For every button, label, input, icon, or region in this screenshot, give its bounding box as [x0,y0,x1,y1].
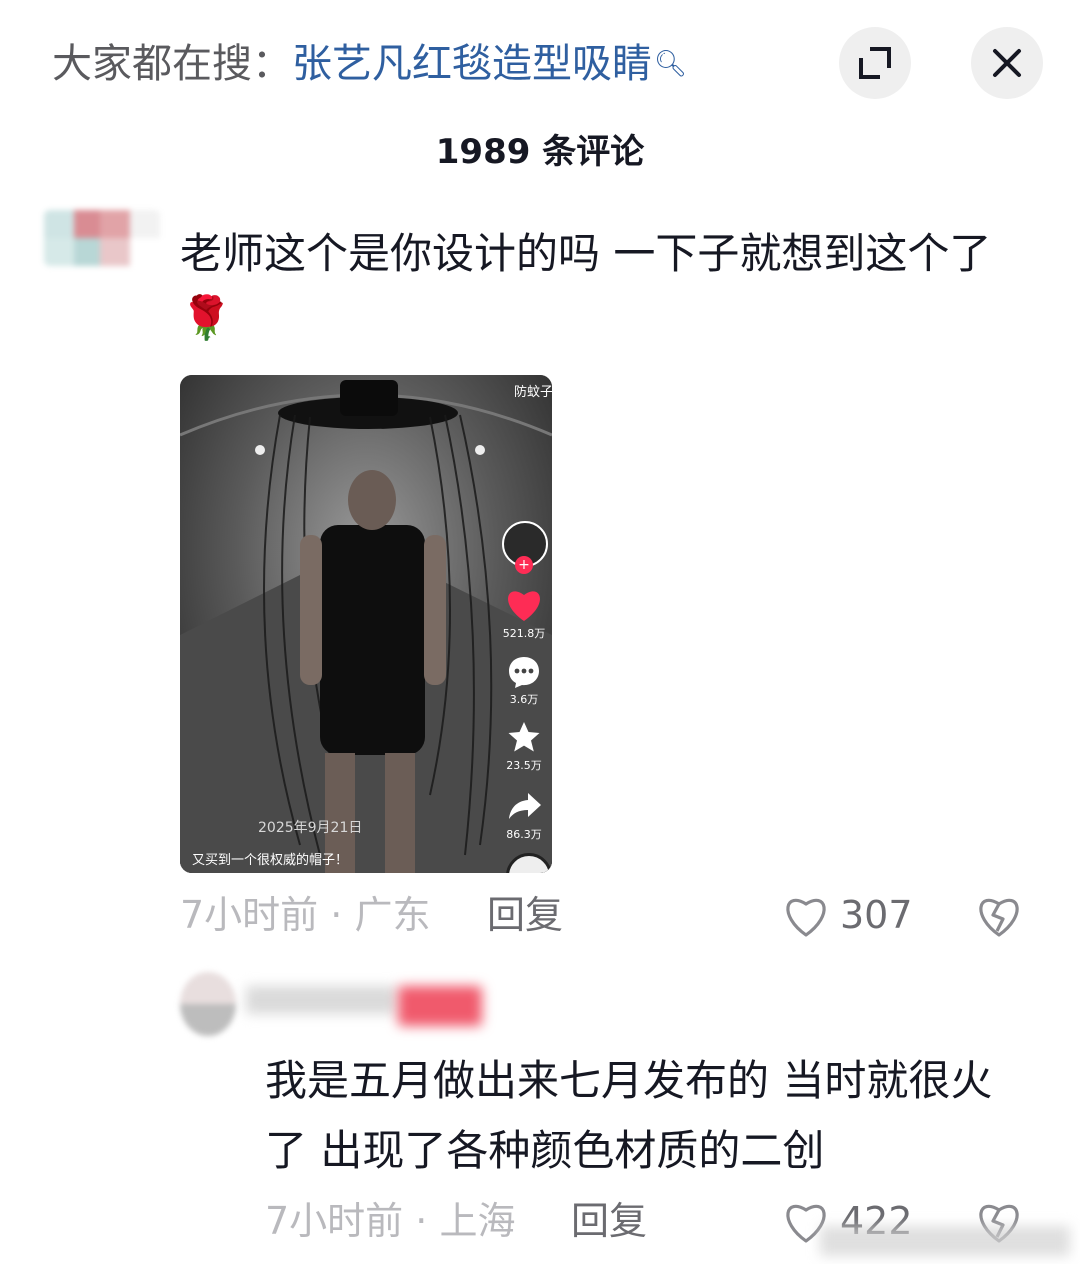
reply-username-redacted[interactable] [246,986,396,1014]
video-comment-count: 3.6万 [509,693,539,706]
expand-button[interactable] [839,27,911,99]
close-button[interactable] [971,27,1043,99]
comment-like-count: 307 [840,893,913,937]
search-suggestion-keyword[interactable]: 张艺凡红毯造型吸睛 [292,41,652,87]
comment-text: 老师这个是你设计的吗 一下子就想到这个了🌹 [180,229,992,342]
like-heart-icon[interactable] [782,893,830,939]
share-arrow-icon[interactable] [508,791,542,821]
reply-meta: 7小时前 · 上海 [265,1196,515,1246]
reply-time: 7小时前 [265,1199,404,1243]
video-favorite-count: 23.5万 [506,759,542,772]
comment-location: 广东 [354,893,431,937]
search-icon: 🔍︎ [654,49,688,79]
comment-count-title: 1989 条评论 [435,132,645,172]
reply-text: 我是五月做出来七月发布的 当时就很火了 出现了各种颜色材质的二创 [265,1056,993,1175]
video-caption: 又买到一个很权威的帽子！ [192,853,349,868]
meta-separator: · [318,893,355,937]
video-top-tag: 防蚊子 [514,385,552,400]
watermark-redacted [820,1226,1070,1256]
reply-button[interactable]: 回复 [487,890,563,940]
star-icon[interactable] [507,721,541,753]
comment-meta: 7小时前 · 广东 [180,890,430,940]
reply-location: 上海 [439,1199,516,1243]
follow-plus-icon[interactable]: + [515,556,533,574]
dislike-broken-heart-icon[interactable] [975,893,1023,939]
expand-icon [859,47,891,79]
reply-reply-button[interactable]: 回复 [571,1196,647,1246]
search-suggestion[interactable]: 大家都在搜：张艺凡红毯造型吸睛🔍︎ [52,38,687,90]
video-share-count: 86.3万 [506,828,542,841]
close-icon [993,49,1021,77]
meta-separator: · [403,1199,440,1243]
video-like-count: 521.8万 [502,627,546,640]
reply-avatar[interactable] [180,972,236,1036]
video-frame [180,375,552,873]
search-suggestion-label: 大家都在搜： [52,41,292,87]
heart-icon[interactable] [504,587,544,623]
video-date: 2025年9月21日 [258,820,363,836]
author-badge-redacted [398,986,482,1026]
comment-time: 7小时前 [180,893,319,937]
comment-bubble-icon[interactable] [507,655,541,689]
avatar[interactable] [44,210,160,266]
comment-video-thumbnail[interactable]: 防蚊子 + 521.8万 3.6万 23.5万 86.3万 2025年9月21日… [180,375,552,873]
